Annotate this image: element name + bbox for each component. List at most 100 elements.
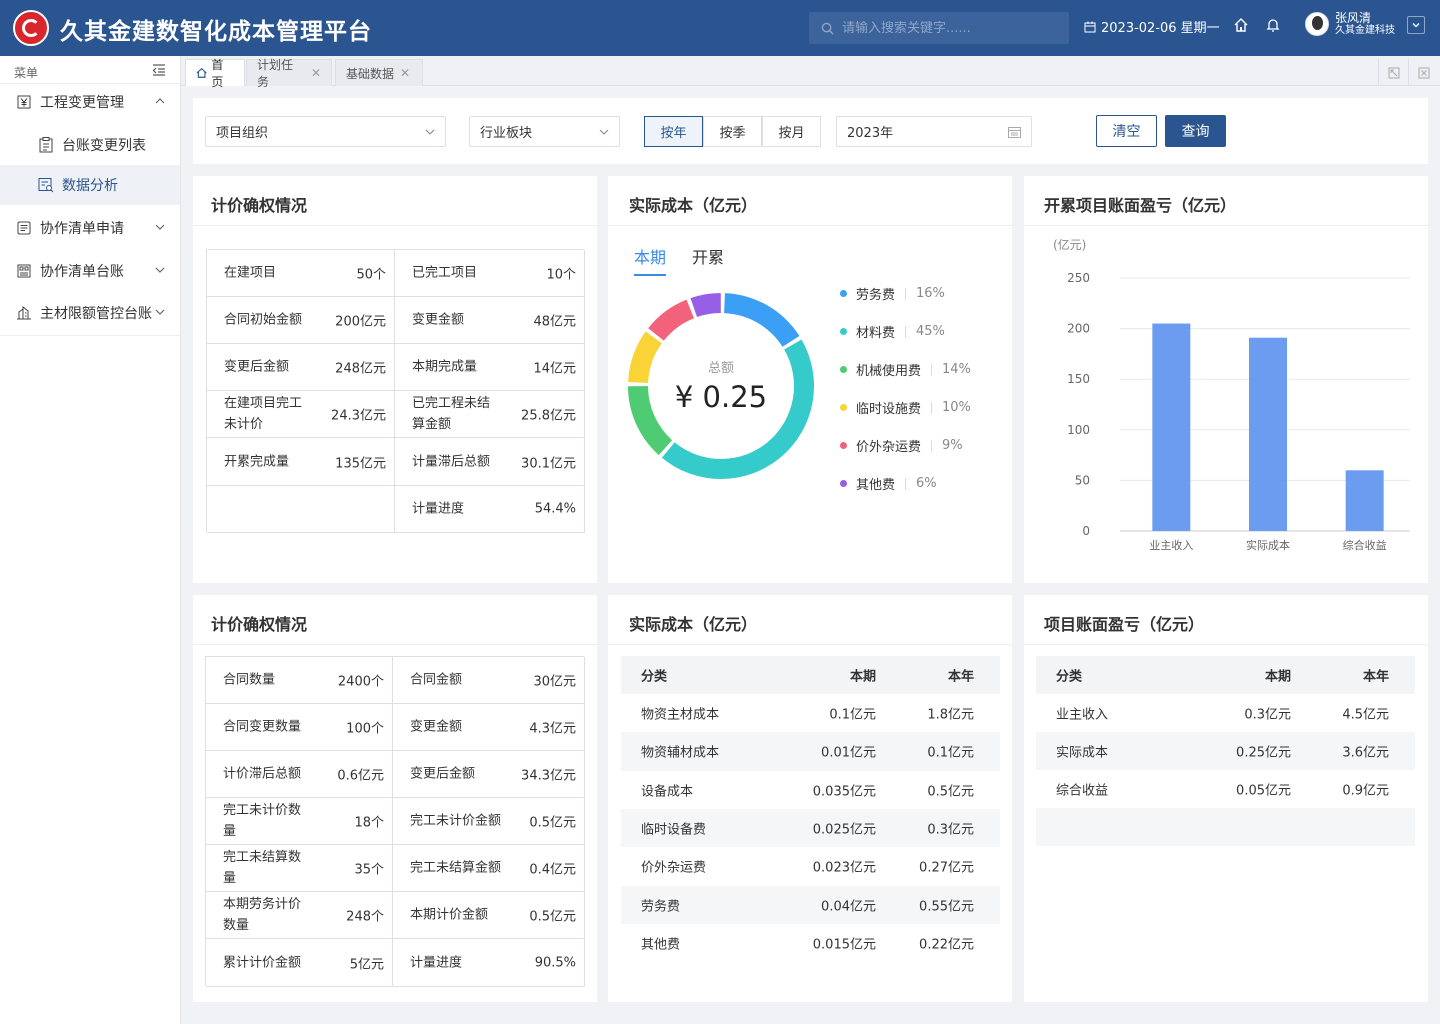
info-grid: 合同数量 2400个 合同金额 30亿元 合同变更数量 100个 变更金额 4.3亿元 计价滞后… (205, 656, 585, 987)
column-header: 本期 (1264, 669, 1291, 685)
tab-label: 计划任务 (257, 58, 294, 89)
donut-slice[interactable] (724, 293, 800, 347)
table-row: 其他费 0.015亿元 0.22亿元 (621, 924, 1000, 962)
tab-label: 基础数据 (346, 66, 395, 81)
tab-basic-data[interactable]: 基础数据 ✕ (335, 59, 423, 86)
legend-item[interactable]: 价外杂运费 9% (840, 436, 963, 455)
table-cell: 1.8亿元 (927, 707, 974, 723)
building-icon (16, 305, 32, 321)
tab-label: 首页 (211, 58, 224, 89)
grid-value: 30.1亿元 (521, 456, 576, 471)
table-row: 业主收入 0.3亿元 4.5亿元 (1036, 694, 1415, 732)
donut-slice[interactable] (690, 293, 721, 318)
donut-center-label: 总额 (707, 361, 734, 376)
grid-value: 48亿元 (533, 314, 576, 330)
y-tick-label: 100 (1067, 423, 1090, 437)
table-row (1036, 808, 1415, 846)
actual-cost-table-card: 实际成本（亿元） 分类 本期 本年 物资主材成本 0.1亿元 1.8亿元 物资辅材成本 0.0… (608, 595, 1012, 1002)
table-cell: 业主收入 (1056, 707, 1109, 723)
legend-percent: 9% (942, 438, 963, 453)
chevron-down-icon (155, 309, 165, 315)
grid-value: 5亿元 (349, 957, 384, 972)
bar[interactable] (1249, 337, 1287, 531)
period-month-button[interactable]: 按月 (762, 116, 821, 147)
tab-plan-tasks[interactable]: 计划任务 ✕ (246, 58, 332, 89)
grid-label: 计量进度 (410, 955, 463, 970)
legend-item[interactable]: 临时设施费 10% (840, 398, 971, 417)
table-cell: 价外杂运费 (641, 860, 707, 876)
table-cell: 0.1亿元 (829, 707, 876, 723)
grid-value: 54.4% (534, 501, 576, 517)
tab-home[interactable]: 首页 (185, 58, 245, 89)
grid-value: 200亿元 (335, 314, 386, 330)
grid-label: 本期完成量 (412, 359, 478, 375)
sidebar-item-change-management[interactable]: 工程变更管理 (0, 82, 180, 122)
project-org-select[interactable]: 项目组织 (205, 116, 446, 147)
avatar[interactable] (1305, 12, 1329, 36)
grid-label: 合同变更数量 (223, 719, 302, 735)
bell-icon[interactable] (1264, 16, 1282, 34)
close-all-icon[interactable] (1408, 59, 1438, 86)
project-profit-table-card: 项目账面盈亏（亿元） 分类 本期 本年 业主收入 0.3亿元 4.5亿元 实际成本 0.25亿… (1024, 595, 1428, 1002)
grid-cell: 合同变更数量 100个 (206, 704, 393, 751)
grid-label: 计价滞后总额 (223, 766, 302, 782)
close-icon[interactable]: ✕ (311, 66, 321, 80)
sidebar: 菜单 工程变更管理 台账变更列表 数据分析 协作清单申请 协作清单台账 主材限额… (0, 56, 181, 1024)
user-profile[interactable]: 张风清 久其金建科技 (1305, 11, 1395, 37)
analysis-doc-icon (38, 177, 54, 193)
x-tick-label: 实际成本 (1246, 538, 1290, 552)
y-tick-label: 0 (1082, 524, 1090, 538)
grid-value: 135亿元 (335, 456, 386, 471)
tab-cumulative[interactable]: 开累 (692, 244, 724, 276)
table-row: 实际成本 0.25亿元 3.6亿元 (1036, 732, 1415, 770)
period-quarter-button[interactable]: 按季 (703, 116, 762, 147)
clear-button[interactable]: 清空 (1096, 115, 1157, 147)
search-input[interactable] (842, 20, 1042, 36)
table-cell: 0.05亿元 (1236, 783, 1291, 799)
legend-percent: 16% (916, 286, 945, 301)
sidebar-item-label: 台账变更列表 (62, 138, 146, 154)
menu-collapse-icon[interactable] (151, 62, 167, 78)
chart-tabs: 本期 开累 (634, 244, 724, 276)
bar[interactable] (1152, 323, 1191, 531)
expand-icon[interactable] (1378, 59, 1408, 86)
sidebar-item-label: 主材限额管控台账 (40, 306, 152, 322)
table-cell: 物资主材成本 (641, 707, 720, 723)
x-tick-label: 业主收入 (1149, 538, 1193, 552)
grid-cell: 变更后金额 248亿元 (207, 344, 395, 391)
close-icon[interactable]: ✕ (400, 66, 410, 80)
legend-item[interactable]: 其他费 6% (840, 474, 937, 493)
sidebar-item-data-analysis[interactable]: 数据分析 (0, 165, 180, 205)
user-dropdown-icon[interactable] (1407, 16, 1425, 34)
legend-dot (840, 328, 847, 335)
select-placeholder: 项目组织 (216, 126, 269, 141)
grid-cell: 计量进度 54.4% (395, 486, 585, 533)
menu-label: 菜单 (14, 66, 39, 80)
table-cell: 综合收益 (1056, 783, 1109, 799)
column-header: 本期 (849, 669, 876, 685)
column-header: 本年 (947, 669, 974, 685)
home-icon[interactable] (1232, 16, 1250, 34)
sidebar-item-ledger-change-list[interactable]: 台账变更列表 (0, 125, 180, 165)
table-cell: 4.5亿元 (1342, 707, 1389, 723)
date-text: 2023-02-06 星期一 (1101, 21, 1220, 36)
query-button[interactable]: 查询 (1165, 115, 1226, 147)
grid-label: 在建项目 (224, 265, 277, 281)
legend-item[interactable]: 劳务费 16% (840, 284, 945, 303)
grid-cell: 在建项目 50个 (207, 250, 395, 297)
search-box[interactable] (809, 12, 1069, 44)
sidebar-item-collab-ledger[interactable]: 协作清单台账 (0, 251, 180, 291)
year-picker[interactable]: 2023年 (836, 116, 1032, 147)
sidebar-item-material-limit-ledger[interactable]: 主材限额管控台账 (0, 293, 180, 333)
clipboard-list-icon (38, 137, 54, 153)
industry-sector-select[interactable]: 行业板块 (469, 116, 620, 147)
legend-item[interactable]: 材料费 45% (840, 322, 945, 341)
tab-current-period[interactable]: 本期 (634, 244, 667, 276)
legend-item[interactable]: 机械使用费 14% (840, 360, 971, 379)
grid-label: 已完工程未结算金额 (412, 396, 491, 432)
table-cell: 0.3亿元 (927, 822, 974, 838)
sidebar-item-collab-apply[interactable]: 协作清单申请 (0, 208, 180, 248)
bar[interactable] (1345, 470, 1384, 531)
period-year-button[interactable]: 按年 (644, 116, 703, 147)
donut-slice[interactable] (648, 299, 694, 341)
